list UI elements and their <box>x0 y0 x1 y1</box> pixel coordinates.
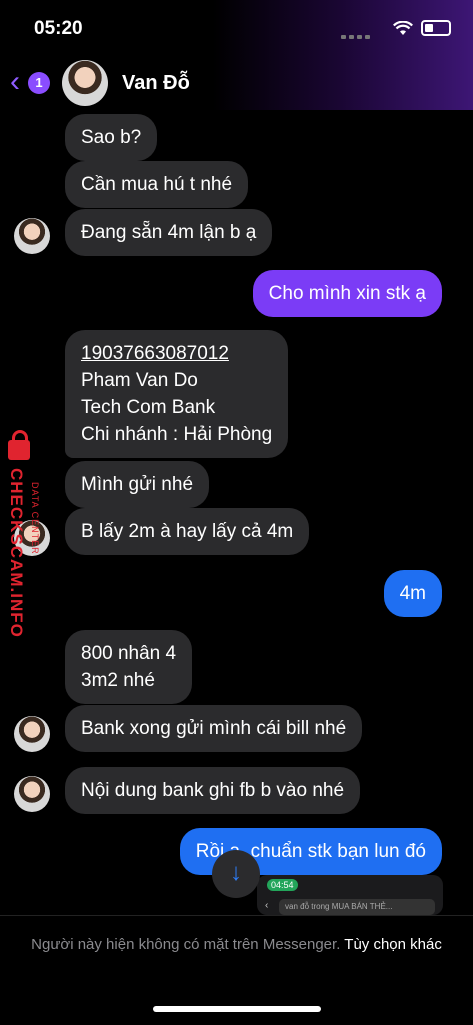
status-icons <box>341 20 451 39</box>
message-line: Tech Com Bank <box>81 397 216 418</box>
footer-text: Người này hiện không có mặt trên Messeng… <box>24 934 449 956</box>
message-bubble[interactable]: Nội dung bank ghi fb b vào nhé <box>65 767 361 814</box>
watermark-subtext: DATA CENTER <box>30 482 40 555</box>
notice-text: Người này hiện không có mặt trên Messeng… <box>31 936 341 953</box>
message-line: Chi nhánh : Hải Phòng <box>81 424 273 445</box>
arrow-down-icon: ↓ <box>230 859 242 886</box>
message-bubble[interactable]: Mình gửi nhé <box>65 461 210 508</box>
message-bubble-multiline[interactable]: 19037663087012 Pham Van Do Tech Com Bank… <box>65 330 289 458</box>
home-indicator[interactable] <box>153 1006 321 1012</box>
contact-name[interactable]: Van Đỗ <box>122 72 190 95</box>
message-bubble[interactable]: Bank xong gửi mình cái bill nhé <box>65 705 363 752</box>
sender-avatar[interactable] <box>14 218 50 254</box>
wifi-icon <box>393 20 413 35</box>
status-time: 05:20 <box>34 18 83 39</box>
message-bubble-multiline[interactable]: 800 nhân 4 3m2 nhé <box>65 630 193 704</box>
message-bubble-outgoing[interactable]: Cho mình xin stk ạ <box>252 270 442 317</box>
lock-icon <box>8 430 30 460</box>
image-attachment[interactable]: 04:54 ‹ van đỗ trong MUA BÁN THẺ... <box>257 875 443 915</box>
watermark-text: CHECKSCAM.INFO <box>7 468 26 638</box>
scroll-down-button[interactable]: ↓ <box>212 850 260 898</box>
message-line: 800 nhân 4 <box>81 643 177 664</box>
battery-icon <box>421 20 451 36</box>
sender-avatar[interactable] <box>14 716 50 752</box>
unread-badge: 1 <box>28 72 50 94</box>
attachment-time: 04:54 <box>267 879 298 891</box>
contact-avatar[interactable] <box>62 60 108 106</box>
message-bubble[interactable]: Đang sẵn 4m lận b ạ <box>65 209 273 256</box>
message-line: Pham Van Do <box>81 370 198 391</box>
message-bubble[interactable]: Cần mua hú t nhé <box>65 161 249 208</box>
attachment-back-icon: ‹ <box>265 900 269 911</box>
attachment-search: van đỗ trong MUA BÁN THẺ... <box>279 899 435 915</box>
sender-avatar[interactable] <box>14 776 50 812</box>
message-bubble-outgoing[interactable]: 4m <box>383 570 442 617</box>
watermark: CHECKSCAM.INFO DATA CENTER <box>2 430 50 670</box>
message-bubble[interactable]: Sao b? <box>65 114 158 161</box>
status-bar: 05:20 <box>0 0 473 56</box>
message-bubble[interactable]: B lấy 2m à hay lấy cả 4m <box>65 508 310 555</box>
signal-icon <box>341 26 385 39</box>
back-chevron-icon[interactable]: ‹ <box>10 67 20 97</box>
account-number-link[interactable]: 19037663087012 <box>81 340 272 367</box>
message-line: 3m2 nhé <box>81 670 155 691</box>
more-options-link[interactable]: Tùy chọn khác <box>344 936 442 953</box>
